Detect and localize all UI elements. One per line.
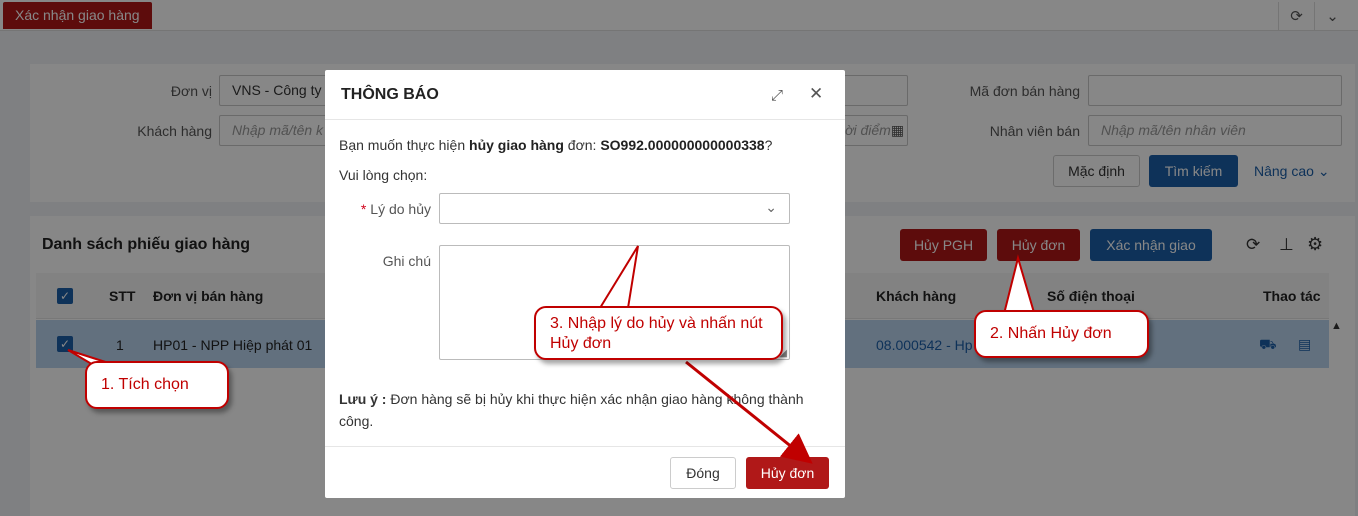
annotation-arrows — [67, 245, 1037, 464]
callout-step-3: 3. Nhập lý do hủy và nhấn nút Hủy đơn — [534, 306, 783, 360]
callout-2-pointer — [1001, 254, 1037, 320]
callout-3-arrow — [685, 360, 813, 464]
callout-3-pointer — [598, 245, 639, 309]
callout-step-1: 1. Tích chọn — [85, 361, 229, 409]
callout-step-2: 2. Nhấn Hủy đơn — [974, 310, 1149, 358]
